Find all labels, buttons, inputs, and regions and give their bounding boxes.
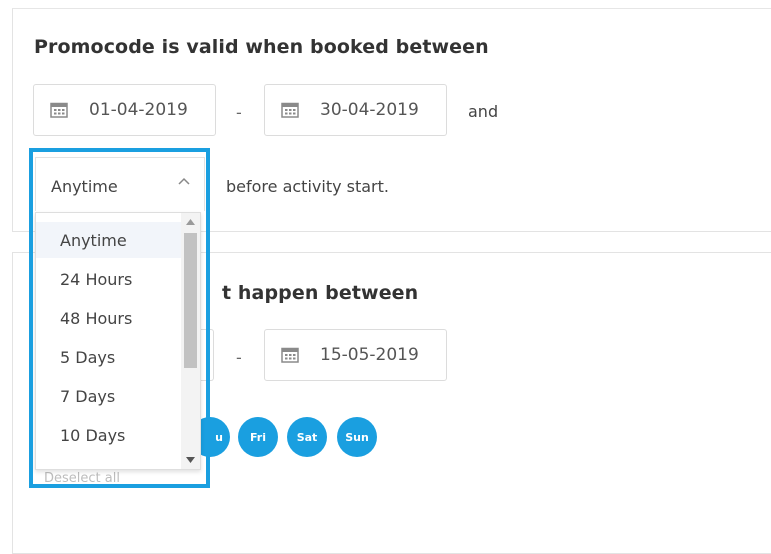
- and-label: and: [468, 102, 499, 121]
- activity-window-title: t happen between: [222, 282, 419, 304]
- day-toggle-sun[interactable]: Sun: [337, 417, 377, 457]
- date-separator: -: [236, 103, 242, 122]
- calendar-icon: [50, 102, 68, 118]
- booking-start-date-field[interactable]: 01-04-2019: [33, 84, 216, 136]
- day-toggle-sat[interactable]: Sat: [287, 417, 327, 457]
- booking-end-date-value: 30-04-2019: [320, 100, 419, 120]
- dropdown-highlight-frame: [29, 148, 210, 488]
- activity-end-date-field[interactable]: 15-05-2019: [264, 329, 447, 381]
- booking-start-date-value: 01-04-2019: [89, 100, 188, 120]
- booking-end-date-field[interactable]: 30-04-2019: [264, 84, 447, 136]
- booking-window-title: Promocode is valid when booked between: [34, 36, 489, 58]
- activity-end-date-value: 15-05-2019: [320, 345, 419, 365]
- before-activity-label: before activity start.: [226, 177, 389, 196]
- date-separator: -: [236, 348, 242, 367]
- calendar-icon: [281, 347, 299, 363]
- calendar-icon: [281, 102, 299, 118]
- day-toggle-fri[interactable]: Fri: [238, 417, 278, 457]
